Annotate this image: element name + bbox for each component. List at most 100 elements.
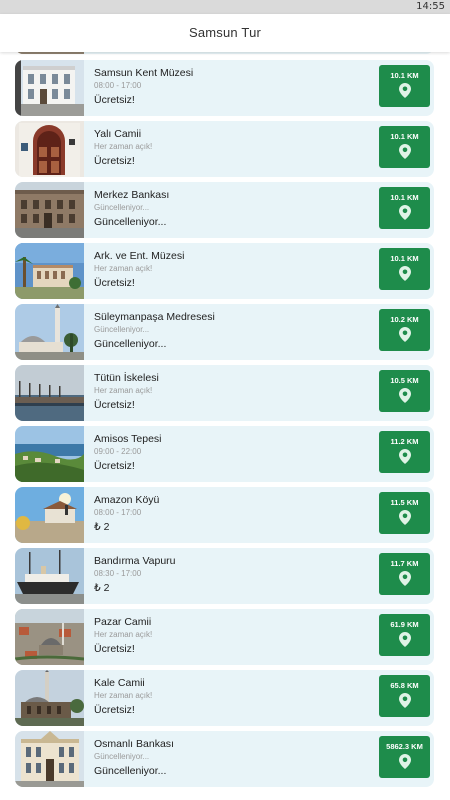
distance-button[interactable]: 10.2 KM	[379, 309, 430, 351]
place-price: Güncelleniyor...	[94, 216, 167, 228]
list-item-pazar-camii[interactable]: Pazar Camii Her zaman açık! Ücretsiz! 61…	[15, 609, 434, 665]
distance-button[interactable]: 5862.3 KM	[379, 736, 430, 778]
distance-button[interactable]: 11.2 KM	[379, 431, 430, 473]
location-pin-icon	[398, 266, 411, 281]
place-price: Ücretsiz!	[94, 399, 135, 411]
place-hours: Güncelleniyor...	[94, 325, 150, 334]
place-thumbnail	[15, 426, 84, 482]
distance-label: 10.1 KM	[390, 254, 419, 263]
place-thumbnail	[15, 121, 84, 177]
distance-button[interactable]: 11.7 KM	[379, 553, 430, 595]
distance-label: 5862.3 KM	[386, 742, 423, 751]
place-name: Merkez Bankası	[94, 189, 170, 201]
status-bar: 14:55	[0, 0, 450, 14]
location-pin-icon	[398, 693, 411, 708]
location-pin-icon	[398, 571, 411, 586]
place-name: Ark. ve Ent. Müzesi	[94, 250, 185, 262]
place-name: Kale Camii	[94, 677, 145, 689]
place-thumbnail	[15, 243, 84, 299]
location-pin-icon	[398, 449, 411, 464]
location-pin-icon	[398, 205, 411, 220]
place-price: Güncelleniyor...	[94, 765, 167, 777]
distance-label: 10.5 KM	[390, 376, 419, 385]
place-thumbnail	[15, 670, 84, 726]
place-hours: 08:00 - 17:00	[94, 81, 142, 90]
distance-button[interactable]: 10.1 KM	[379, 187, 430, 229]
places-list[interactable]: Samsun Kent Müzesi 08:00 - 17:00 Ücretsi…	[0, 14, 450, 800]
list-item-amazon-koyu[interactable]: Amazon Köyü 08:00 - 17:00 ₺ 2 11.5 KM	[15, 487, 434, 543]
list-item-yali-camii[interactable]: Yalı Camii Her zaman açık! Ücretsiz! 10.…	[15, 121, 434, 177]
list-item-merkez-bankasi[interactable]: Merkez Bankası Güncelleniyor... Güncelle…	[15, 182, 434, 238]
place-thumbnail	[15, 548, 84, 604]
place-name: Tütün İskelesi	[94, 372, 159, 384]
distance-label: 10.1 KM	[390, 71, 419, 80]
place-thumbnail	[15, 304, 84, 360]
distance-label: 10.1 KM	[390, 132, 419, 141]
app-bar: Samsun Tur	[0, 14, 450, 52]
place-price: ₺ 2	[94, 582, 110, 594]
list-item-tutun-iskelesi[interactable]: Tütün İskelesi Her zaman açık! Ücretsiz!…	[15, 365, 434, 421]
place-price: Ücretsiz!	[94, 704, 135, 716]
list-item-suleymanpasa-medresesi[interactable]: Süleymanpaşa Medresesi Güncelleniyor... …	[15, 304, 434, 360]
list-item-osmanli-bankasi[interactable]: Osmanlı Bankası Güncelleniyor... Güncell…	[15, 731, 434, 787]
place-price: Ücretsiz!	[94, 94, 135, 106]
place-name: Pazar Camii	[94, 616, 152, 628]
location-pin-icon	[398, 83, 411, 98]
place-hours: Güncelleniyor...	[94, 203, 150, 212]
place-thumbnail	[15, 182, 84, 238]
status-time: 14:55	[416, 1, 445, 12]
location-pin-icon	[398, 388, 411, 403]
place-name: Amisos Tepesi	[94, 433, 162, 445]
distance-label: 10.2 KM	[390, 315, 419, 324]
place-hours: Güncelleniyor...	[94, 752, 150, 761]
distance-button[interactable]: 10.1 KM	[379, 126, 430, 168]
place-name: Bandırma Vapuru	[94, 555, 176, 567]
distance-label: 65.8 KM	[390, 681, 419, 690]
distance-label: 11.5 KM	[390, 498, 419, 507]
place-thumbnail	[15, 731, 84, 787]
place-hours: Her zaman açık!	[94, 142, 153, 151]
place-hours: Her zaman açık!	[94, 386, 153, 395]
place-thumbnail	[15, 365, 84, 421]
place-name: Yalı Camii	[94, 128, 142, 140]
distance-button[interactable]: 10.1 KM	[379, 248, 430, 290]
distance-button[interactable]: 65.8 KM	[379, 675, 430, 717]
list-item-bandirma-vapuru[interactable]: Bandırma Vapuru 08:30 - 17:00 ₺ 2 11.7 K…	[15, 548, 434, 604]
place-thumbnail	[15, 609, 84, 665]
place-hours: Her zaman açık!	[94, 691, 153, 700]
distance-label: 11.7 KM	[390, 559, 419, 568]
place-price: Ücretsiz!	[94, 643, 135, 655]
place-hours: Her zaman açık!	[94, 264, 153, 273]
place-name: Amazon Köyü	[94, 494, 160, 506]
location-pin-icon	[398, 632, 411, 647]
place-price: Ücretsiz!	[94, 277, 135, 289]
place-price: Güncelleniyor...	[94, 338, 167, 350]
location-pin-icon	[398, 510, 411, 525]
place-price: Ücretsiz!	[94, 155, 135, 167]
distance-button[interactable]: 10.5 KM	[379, 370, 430, 412]
place-hours: 08:00 - 17:00	[94, 508, 142, 517]
place-hours: Her zaman açık!	[94, 630, 153, 639]
distance-button[interactable]: 11.5 KM	[379, 492, 430, 534]
location-pin-icon	[398, 327, 411, 342]
place-hours: 09:00 - 22:00	[94, 447, 142, 456]
place-thumbnail	[15, 487, 84, 543]
place-name: Osmanlı Bankası	[94, 738, 174, 750]
place-name: Süleymanpaşa Medresesi	[94, 311, 215, 323]
list-item-amisos-tepesi[interactable]: Amisos Tepesi 09:00 - 22:00 Ücretsiz! 11…	[15, 426, 434, 482]
place-name: Samsun Kent Müzesi	[94, 67, 194, 79]
distance-label: 10.1 KM	[390, 193, 419, 202]
app-title: Samsun Tur	[188, 25, 262, 40]
place-hours: 08:30 - 17:00	[94, 569, 142, 578]
distance-button[interactable]: 61.9 KM	[379, 614, 430, 656]
list-item-ark-ent-muzesi[interactable]: Ark. ve Ent. Müzesi Her zaman açık! Ücre…	[15, 243, 434, 299]
list-item-samsun-kent-muzesi[interactable]: Samsun Kent Müzesi 08:00 - 17:00 Ücretsi…	[15, 60, 434, 116]
location-pin-icon	[398, 754, 411, 769]
distance-button[interactable]: 10.1 KM	[379, 65, 430, 107]
place-thumbnail	[15, 60, 84, 116]
distance-label: 61.9 KM	[390, 620, 419, 629]
location-pin-icon	[398, 144, 411, 159]
place-price: Ücretsiz!	[94, 460, 135, 472]
list-item-kale-camii[interactable]: Kale Camii Her zaman açık! Ücretsiz! 65.…	[15, 670, 434, 726]
distance-label: 11.2 KM	[390, 437, 419, 446]
